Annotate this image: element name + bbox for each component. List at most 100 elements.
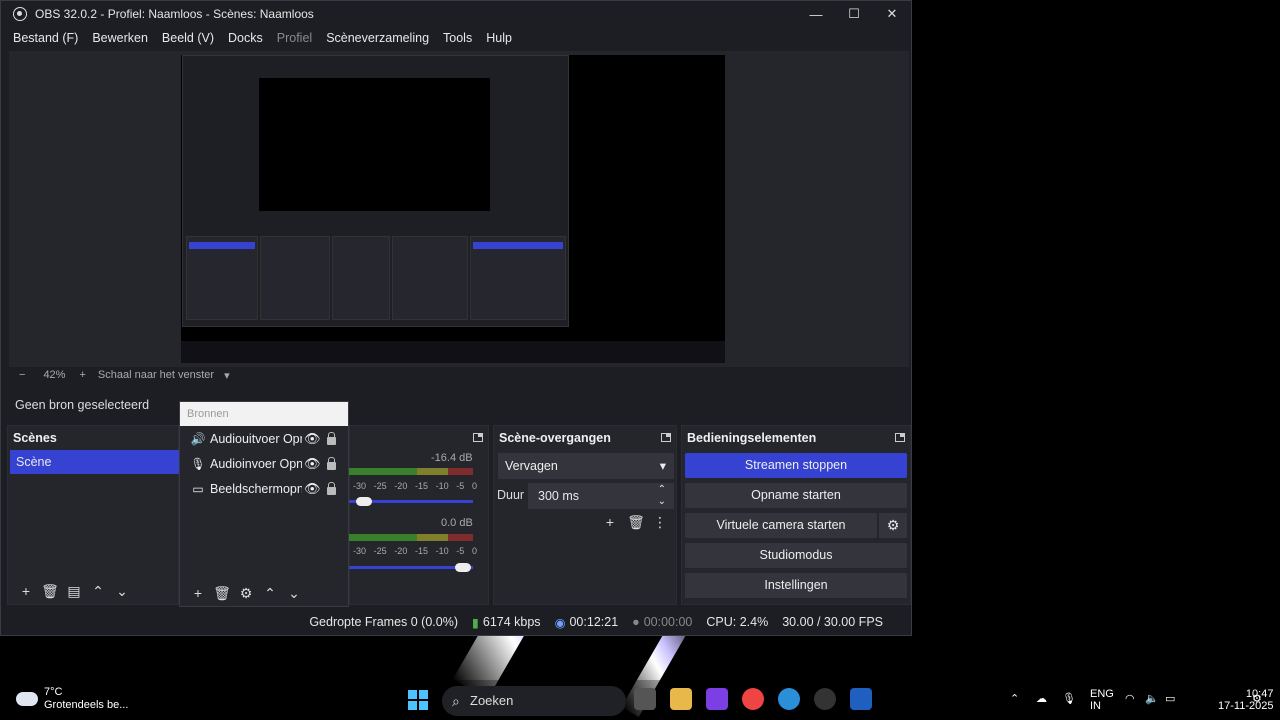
record-time: 00:00:00 <box>643 615 693 629</box>
move-down-button[interactable]: ⌄ <box>110 580 134 602</box>
wifi-icon[interactable]: ◠ <box>1125 692 1135 705</box>
undock-icon[interactable] <box>661 433 671 442</box>
sources-dock: Bronnen 🔊 Audiouitvoer Opname 👁 🎙 Audioi… <box>179 401 349 607</box>
stream-icon: ◉ <box>554 615 566 630</box>
nested-mixer <box>332 236 390 320</box>
lock-icon[interactable] <box>327 432 336 445</box>
menu-beeld[interactable]: Beeld (V) <box>162 31 214 45</box>
controls-title: Bedieningselementen <box>687 431 817 445</box>
zoom-in-button[interactable]: + <box>79 369 85 381</box>
move-up-button[interactable]: ⌃ <box>86 580 110 602</box>
remove-source-button[interactable]: 🗑 <box>210 582 234 604</box>
menu-bewerken[interactable]: Bewerken <box>92 31 148 45</box>
transition-select[interactable]: Vervagen ▾ <box>498 453 674 479</box>
clock[interactable]: 10:47 17-11-2025 <box>1218 688 1273 712</box>
record-icon: ● <box>632 615 640 629</box>
start-recording-button[interactable]: Opname starten <box>685 483 907 508</box>
volume-handle[interactable] <box>355 497 372 506</box>
studio-mode-button[interactable]: Studiomodus <box>685 543 907 568</box>
nested-preview <box>259 78 490 211</box>
menu-profiel[interactable]: Profiel <box>277 31 312 45</box>
cpu-usage: CPU: 2.4% <box>706 615 769 629</box>
scene-item[interactable]: Scène <box>10 450 180 474</box>
obs-window: OBS 32.0.2 - Profiel: Naamloos - Scènes:… <box>0 0 912 636</box>
bitrate: 6174 kbps <box>482 615 541 629</box>
stop-streaming-button[interactable]: Streamen stoppen <box>685 453 907 478</box>
source-item[interactable]: 🎙 Audioinvoer Opname 👁 <box>180 451 348 476</box>
notification-icon[interactable]: ⚙ <box>1252 692 1262 705</box>
stream-time: 00:12:21 <box>569 615 619 629</box>
gear-icon[interactable]: ⚙ <box>234 582 258 604</box>
nested-controls <box>470 236 566 320</box>
lock-icon[interactable] <box>327 482 336 495</box>
undock-icon[interactable] <box>895 433 905 442</box>
monitor-icon: ▭ <box>192 481 204 496</box>
add-scene-button[interactable]: + <box>14 580 38 602</box>
start-button[interactable] <box>408 690 428 710</box>
move-up-button[interactable]: ⌃ <box>258 582 282 604</box>
app-icon[interactable] <box>706 688 728 710</box>
obs-taskbar-icon[interactable] <box>814 688 836 710</box>
no-source-label: Geen bron geselecteerd <box>15 398 150 412</box>
task-view-icon[interactable] <box>634 688 656 710</box>
close-button[interactable]: ✕ <box>873 1 911 27</box>
undock-icon[interactable] <box>473 433 483 442</box>
add-transition-button[interactable]: + <box>598 511 622 533</box>
zoom-out-button[interactable]: − <box>19 369 25 381</box>
remove-scene-button[interactable]: 🗑 <box>38 580 62 602</box>
cloud-icon <box>16 692 38 706</box>
eye-icon[interactable]: 👁 <box>304 456 321 472</box>
maximize-button[interactable]: ☐ <box>835 1 873 27</box>
battery-icon[interactable]: ▭ <box>1165 692 1175 705</box>
eye-icon[interactable]: 👁 <box>304 431 321 447</box>
source-item[interactable]: ▭ Beeldschermopname 👁 <box>180 476 348 501</box>
chevron-up-icon[interactable]: ⌃ <box>1010 692 1019 705</box>
language-indicator[interactable]: ENG IN <box>1090 688 1114 712</box>
filter-icon[interactable]: ▤ <box>62 580 86 602</box>
menu-sceneverzameling[interactable]: Scèneverzameling <box>326 31 429 45</box>
microphone-icon[interactable]: 🎙 <box>1062 692 1076 705</box>
sources-toolbar: + 🗑 ⚙ ⌃ ⌄ <box>180 580 348 606</box>
zoom-bar: − 42% + Schaal naar het venster ▾ <box>9 367 230 383</box>
start-virtual-camera-button[interactable]: Virtuele camera starten <box>685 513 877 538</box>
weather-widget[interactable]: 7°C Grotendeels be... <box>16 686 128 712</box>
file-explorer-icon[interactable] <box>670 688 692 710</box>
menu-tools[interactable]: Tools <box>443 31 472 45</box>
nested-obs-capture <box>182 55 569 327</box>
minimize-button[interactable]: — <box>797 1 835 27</box>
lock-icon[interactable] <box>327 457 336 470</box>
source-toolbar: Geen bron geselecteerd <box>9 389 909 421</box>
nested-transitions <box>392 236 468 320</box>
move-down-button[interactable]: ⌄ <box>282 582 306 604</box>
add-source-button[interactable]: + <box>186 582 210 604</box>
edge-icon[interactable] <box>778 688 800 710</box>
volume-handle[interactable] <box>455 563 472 572</box>
eye-icon[interactable]: 👁 <box>304 481 321 497</box>
remove-transition-button[interactable]: 🗑 <box>624 511 648 533</box>
nested-sources <box>260 236 330 320</box>
meter-scale: -30 -25 -20 -15 -10 -5 0 <box>353 546 477 556</box>
scale-mode-select[interactable]: Schaal naar het venster <box>98 369 214 381</box>
menu-bestand[interactable]: Bestand (F) <box>13 31 78 45</box>
onedrive-icon[interactable]: ☁ <box>1036 692 1047 705</box>
word-icon[interactable] <box>850 688 872 710</box>
gear-icon[interactable]: ⚙ <box>879 513 907 538</box>
scenes-toolbar: + 🗑 ▤ ⌃ ⌄ <box>8 578 178 604</box>
chrome-icon[interactable] <box>742 688 764 710</box>
speaker-icon[interactable]: 🔈 <box>1145 692 1159 705</box>
sources-header[interactable]: Bronnen <box>180 402 348 426</box>
menu-docks[interactable]: Docks <box>228 31 263 45</box>
source-item[interactable]: 🔊 Audiouitvoer Opname 👁 <box>180 426 348 451</box>
preview-canvas[interactable] <box>181 55 725 363</box>
dropped-frames: Gedropte Frames 0 (0.0%) <box>309 615 458 629</box>
status-bar: Gedropte Frames 0 (0.0%) ▮ 6174 kbps ◉ 0… <box>1 609 911 635</box>
taskbar-search[interactable]: Zoeken <box>442 686 626 716</box>
duration-input[interactable]: 300 ms ⌃ ⌄ <box>528 483 674 509</box>
duration-label: Duur <box>497 488 525 502</box>
nested-scenes <box>186 236 258 320</box>
settings-button[interactable]: Instellingen <box>685 573 907 598</box>
more-options-icon[interactable]: ⋮ <box>648 511 672 533</box>
title-bar: OBS 32.0.2 - Profiel: Naamloos - Scènes:… <box>1 1 911 27</box>
menu-hulp[interactable]: Hulp <box>486 31 512 45</box>
chevron-down-icon[interactable]: ▾ <box>224 369 230 382</box>
